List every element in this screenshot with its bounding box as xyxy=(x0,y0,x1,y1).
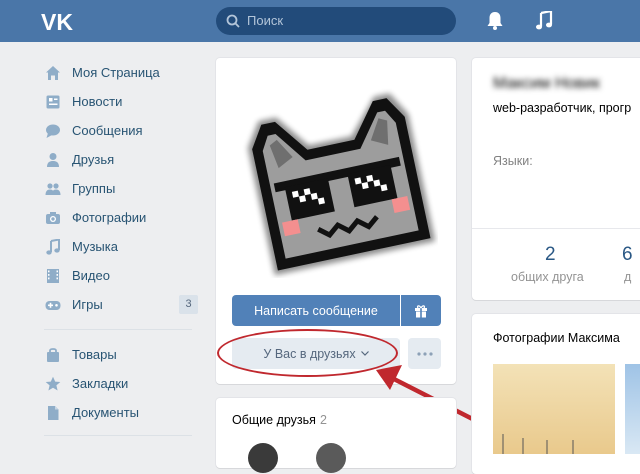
gift-icon xyxy=(415,304,427,317)
games-count-badge: 3 xyxy=(179,295,198,314)
sidebar-item-label: Закладки xyxy=(72,376,129,391)
document-icon xyxy=(44,404,61,421)
mutual-friends-title[interactable]: Общие друзья 2 xyxy=(232,413,327,427)
sidebar-item-groups[interactable]: Группы xyxy=(40,174,200,203)
avatar[interactable] xyxy=(248,443,278,473)
bag-icon xyxy=(44,346,61,363)
sidebar-divider xyxy=(44,435,192,436)
sidebar-item-label: Фотографии xyxy=(72,210,147,225)
profile-status: web-разработчик, прогр xyxy=(493,101,632,115)
profile-avatar[interactable] xyxy=(238,78,438,278)
profile-info-card xyxy=(472,58,640,300)
mutual-friends-counter[interactable]: 2 xyxy=(545,244,556,266)
languages-label: Языки: xyxy=(493,154,533,168)
sidebar-item-label: Друзья xyxy=(72,152,115,167)
sidebar-item-news[interactable]: Новости xyxy=(40,87,200,116)
sidebar-item-label: Сообщения xyxy=(72,123,143,138)
sidebar-divider xyxy=(44,329,192,330)
sidebar-item-video[interactable]: Видео xyxy=(40,261,200,290)
avatar[interactable] xyxy=(316,443,346,473)
mutual-friends-counter-label: общих друга xyxy=(511,270,584,284)
chat-icon xyxy=(44,122,61,139)
sidebar-item-label: Игры xyxy=(72,297,103,312)
search-icon xyxy=(226,14,240,28)
search-input[interactable]: Поиск xyxy=(216,7,456,35)
sidebar-item-documents[interactable]: Документы xyxy=(40,398,200,427)
gamepad-icon xyxy=(44,296,61,313)
music-note-icon[interactable] xyxy=(535,11,553,31)
music-icon xyxy=(44,238,61,255)
sidebar-item-label: Документы xyxy=(72,405,140,420)
sidebar-item-friends[interactable]: Друзья xyxy=(40,145,200,174)
sidebar-item-label: Новости xyxy=(72,94,123,109)
person-icon xyxy=(44,151,61,168)
group-icon xyxy=(44,180,61,197)
sidebar-item-games[interactable]: Игры 3 xyxy=(40,290,200,319)
photos-title[interactable]: Фотографии Максима xyxy=(493,331,620,345)
photo-thumbnail[interactable] xyxy=(625,364,640,454)
sidebar-item-label: Музыка xyxy=(72,239,118,254)
profile-name: Максим Новик xyxy=(493,75,600,92)
bell-icon[interactable] xyxy=(486,11,504,31)
vk-logo-icon[interactable]: VK xyxy=(40,9,80,33)
sidebar-item-goods[interactable]: Товары xyxy=(40,340,200,369)
more-icon xyxy=(416,351,433,356)
camera-icon xyxy=(44,209,61,226)
sidebar-item-messages[interactable]: Сообщения xyxy=(40,116,200,145)
svg-text:VK: VK xyxy=(41,9,73,33)
top-bar: VK Поиск xyxy=(0,0,640,42)
home-icon xyxy=(44,64,61,81)
friends-counter[interactable]: 6 xyxy=(622,244,633,266)
sidebar-item-label: Моя Страница xyxy=(72,65,160,80)
sidebar-item-music[interactable]: Музыка xyxy=(40,232,200,261)
photo-image xyxy=(502,434,574,454)
sidebar-item-label: Товары xyxy=(72,347,117,362)
friends-counter-label: д xyxy=(624,270,632,284)
info-divider xyxy=(472,228,640,229)
sidebar: Моя Страница Новости Сообщения Друзья Гр… xyxy=(40,58,200,446)
mutual-friends-count: 2 xyxy=(319,413,327,427)
search-placeholder: Поиск xyxy=(247,13,284,28)
send-gift-button[interactable] xyxy=(401,295,441,326)
mutual-friends-title-label: Общие друзья xyxy=(232,413,316,427)
write-message-button[interactable]: Написать сообщение xyxy=(232,295,400,326)
film-icon xyxy=(44,267,61,284)
sidebar-item-photos[interactable]: Фотографии xyxy=(40,203,200,232)
sidebar-item-my-page[interactable]: Моя Страница xyxy=(40,58,200,87)
photo-thumbnail[interactable] xyxy=(493,364,615,454)
sidebar-item-label: Группы xyxy=(72,181,116,196)
news-icon xyxy=(44,93,61,110)
sidebar-item-bookmarks[interactable]: Закладки xyxy=(40,369,200,398)
sidebar-item-label: Видео xyxy=(72,268,110,283)
star-icon xyxy=(44,375,61,392)
